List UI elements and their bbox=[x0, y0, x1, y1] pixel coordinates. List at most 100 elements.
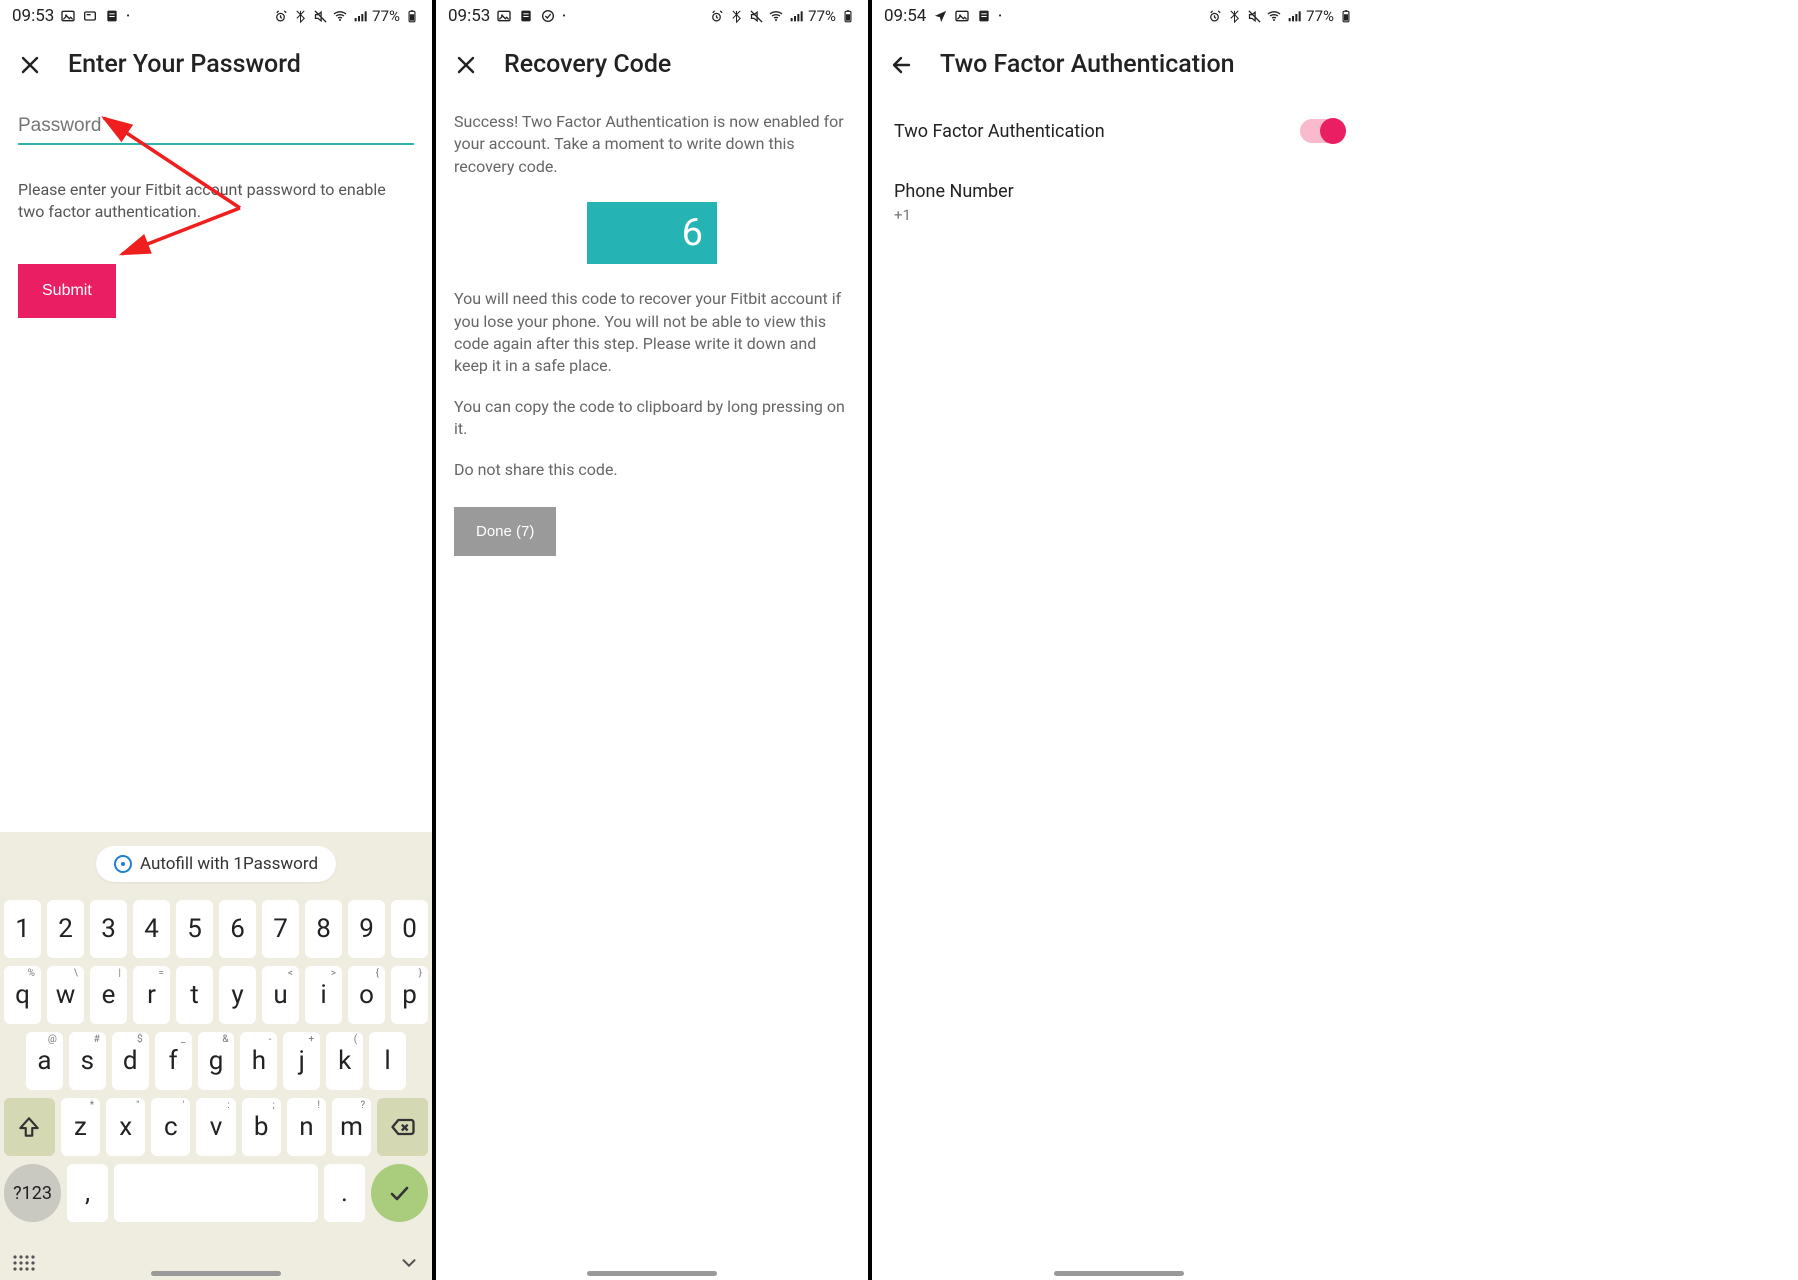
autofill-1password-button[interactable]: Autofill with 1Password bbox=[96, 846, 336, 882]
comma-key[interactable]: , bbox=[67, 1164, 108, 1222]
period-key[interactable]: . bbox=[324, 1164, 365, 1222]
key-8[interactable]: 8 bbox=[305, 900, 342, 958]
key-w[interactable]: w\ bbox=[47, 966, 84, 1024]
close-icon[interactable] bbox=[454, 53, 478, 77]
more-dot: • bbox=[126, 11, 129, 22]
wifi-icon bbox=[768, 8, 784, 24]
phone-number-value: +1 bbox=[872, 202, 1366, 228]
password-input[interactable] bbox=[18, 115, 414, 145]
list-icon bbox=[976, 8, 992, 24]
recovery-intro-text: Success! Two Factor Authentication is no… bbox=[454, 111, 850, 178]
status-bar: 09:53 • 77% bbox=[0, 0, 432, 32]
check-circle-icon bbox=[540, 8, 556, 24]
key-v[interactable]: v: bbox=[196, 1098, 235, 1156]
status-time: 09:53 bbox=[12, 6, 54, 26]
more-dot: • bbox=[998, 11, 1001, 22]
key-2[interactable]: 2 bbox=[47, 900, 84, 958]
image-icon bbox=[954, 8, 970, 24]
backspace-key[interactable] bbox=[377, 1098, 428, 1156]
battery-percent: 77% bbox=[808, 7, 836, 25]
key-1[interactable]: 1 bbox=[4, 900, 41, 958]
key-x[interactable]: x" bbox=[106, 1098, 145, 1156]
mute-icon bbox=[748, 8, 764, 24]
bluetooth-icon bbox=[1226, 8, 1242, 24]
enter-key[interactable] bbox=[371, 1164, 428, 1222]
key-l[interactable]: l bbox=[369, 1032, 406, 1090]
key-a[interactable]: a@ bbox=[26, 1032, 63, 1090]
wifi-icon bbox=[1266, 8, 1282, 24]
key-9[interactable]: 9 bbox=[348, 900, 385, 958]
bluetooth-icon bbox=[292, 8, 308, 24]
symbols-key[interactable]: ?123 bbox=[4, 1164, 61, 1222]
mute-icon bbox=[1246, 8, 1262, 24]
battery-icon bbox=[404, 8, 420, 24]
key-y[interactable]: y bbox=[219, 966, 256, 1024]
alarm-icon bbox=[272, 8, 288, 24]
key-k[interactable]: k( bbox=[326, 1032, 363, 1090]
key-i[interactable]: i> bbox=[305, 966, 342, 1024]
bluetooth-icon bbox=[728, 8, 744, 24]
key-e[interactable]: e| bbox=[90, 966, 127, 1024]
nav-pill[interactable] bbox=[151, 1271, 281, 1276]
two-factor-toggle-row[interactable]: Two Factor Authentication bbox=[872, 91, 1366, 171]
two-factor-toggle[interactable] bbox=[1300, 119, 1344, 143]
key-b[interactable]: b; bbox=[242, 1098, 281, 1156]
image-icon bbox=[60, 8, 76, 24]
submit-button[interactable]: Submit bbox=[18, 264, 116, 318]
key-f[interactable]: f_ bbox=[155, 1032, 192, 1090]
header: Enter Your Password bbox=[0, 32, 432, 91]
done-button[interactable]: Done (7) bbox=[454, 507, 556, 556]
nav-pill[interactable] bbox=[1054, 1271, 1184, 1276]
status-time: 09:54 bbox=[884, 6, 926, 26]
key-3[interactable]: 3 bbox=[90, 900, 127, 958]
phone-number-label: Phone Number bbox=[872, 171, 1366, 202]
image-icon bbox=[496, 8, 512, 24]
signal-icon bbox=[788, 8, 804, 24]
battery-percent: 77% bbox=[1306, 7, 1334, 25]
key-n[interactable]: n! bbox=[287, 1098, 326, 1156]
key-o[interactable]: o{ bbox=[348, 966, 385, 1024]
key-c[interactable]: c' bbox=[151, 1098, 190, 1156]
alarm-icon bbox=[708, 8, 724, 24]
key-7[interactable]: 7 bbox=[262, 900, 299, 958]
help-text: Please enter your Fitbit account passwor… bbox=[18, 179, 414, 222]
nav-pill[interactable] bbox=[587, 1271, 717, 1276]
key-p[interactable]: p} bbox=[391, 966, 428, 1024]
key-h[interactable]: h- bbox=[240, 1032, 277, 1090]
toggle-label: Two Factor Authentication bbox=[894, 121, 1105, 142]
key-u[interactable]: u< bbox=[262, 966, 299, 1024]
page-title: Recovery Code bbox=[504, 50, 671, 79]
header: Recovery Code bbox=[436, 32, 868, 91]
key-0[interactable]: 0 bbox=[391, 900, 428, 958]
page-title: Enter Your Password bbox=[68, 50, 301, 79]
keyboard-settings-icon[interactable] bbox=[12, 1254, 38, 1272]
key-5[interactable]: 5 bbox=[176, 900, 213, 958]
location-icon bbox=[932, 8, 948, 24]
key-z[interactable]: z* bbox=[61, 1098, 100, 1156]
status-bar: 09:53 • 77% bbox=[436, 0, 868, 32]
battery-icon bbox=[1338, 8, 1354, 24]
key-t[interactable]: t bbox=[176, 966, 213, 1024]
space-key[interactable] bbox=[114, 1164, 318, 1222]
key-j[interactable]: j+ bbox=[283, 1032, 320, 1090]
shift-key[interactable] bbox=[4, 1098, 55, 1156]
wifi-icon bbox=[332, 8, 348, 24]
back-icon[interactable] bbox=[890, 53, 914, 77]
alarm-icon bbox=[1206, 8, 1222, 24]
autofill-label: Autofill with 1Password bbox=[140, 854, 318, 874]
close-icon[interactable] bbox=[18, 53, 42, 77]
keyboard-collapse-icon[interactable] bbox=[398, 1252, 420, 1274]
signal-icon bbox=[1286, 8, 1302, 24]
key-g[interactable]: g& bbox=[198, 1032, 235, 1090]
key-r[interactable]: r= bbox=[133, 966, 170, 1024]
key-d[interactable]: d$ bbox=[112, 1032, 149, 1090]
copy-hint-text: You can copy the code to clipboard by lo… bbox=[454, 396, 850, 441]
key-m[interactable]: m? bbox=[332, 1098, 371, 1156]
key-4[interactable]: 4 bbox=[133, 900, 170, 958]
recovery-code-box[interactable]: 6 bbox=[587, 202, 717, 264]
key-q[interactable]: q% bbox=[4, 966, 41, 1024]
status-time: 09:53 bbox=[448, 6, 490, 26]
list-icon bbox=[104, 8, 120, 24]
key-s[interactable]: s# bbox=[69, 1032, 106, 1090]
key-6[interactable]: 6 bbox=[219, 900, 256, 958]
